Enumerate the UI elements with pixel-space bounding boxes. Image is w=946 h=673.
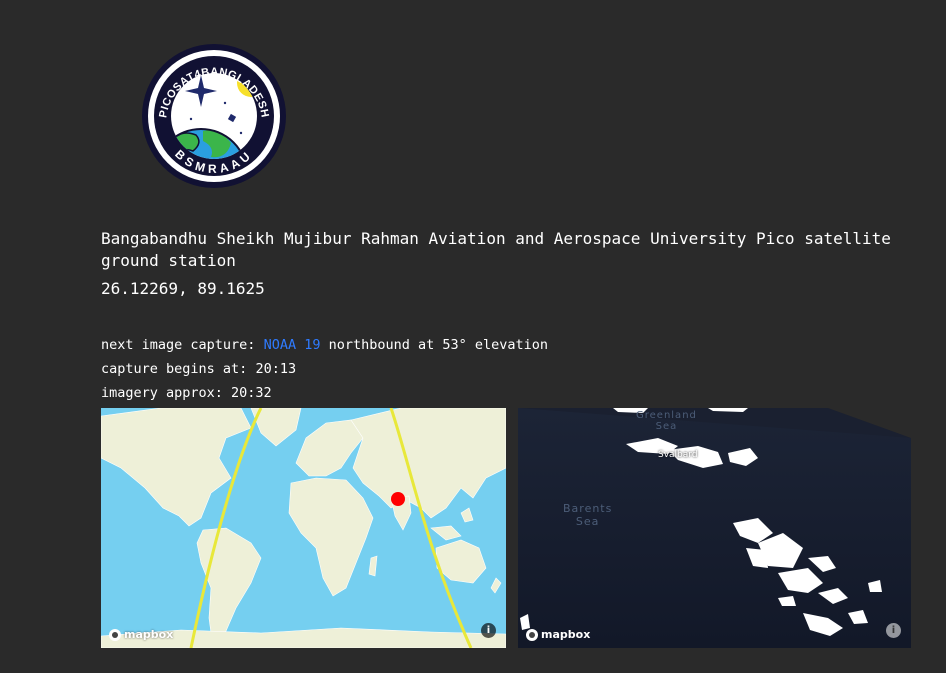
mapbox-logo[interactable]: mapbox <box>109 628 173 641</box>
satellite-map-canvas[interactable] <box>518 408 911 648</box>
imagery-approx-time: 20:32 <box>231 385 272 401</box>
station-title: Bangabandhu Sheikh Mujibur Rahman Aviati… <box>101 229 891 270</box>
barents-sea-label: Barents Sea <box>563 502 613 528</box>
mapbox-logo-sat[interactable]: mapbox <box>526 628 590 641</box>
imagery-approx-line: imagery approx: 20:32 <box>101 384 272 402</box>
imagery-approx-label: imagery approx: <box>101 385 232 401</box>
info-icon[interactable]: i <box>481 623 496 638</box>
info-icon[interactable]: i <box>886 623 901 638</box>
logo-emblem: PICOSAT4BANGLADESH BSMRAAU <box>142 44 286 188</box>
world-map-canvas[interactable] <box>101 408 506 648</box>
world-map[interactable]: mapbox i <box>101 408 506 648</box>
capture-begins-line: capture begins at: 20:13 <box>101 360 296 378</box>
satellite-link[interactable]: NOAA 19 <box>264 337 321 353</box>
direction-text: northbound at 53° elevation <box>320 337 549 353</box>
svalbard-label: Svalbard <box>658 450 698 460</box>
greenland-sea-label: Greenland Sea <box>636 410 697 432</box>
satellite-imagery-map[interactable]: Greenland Sea Svalbard Barents Sea mapbo… <box>518 408 911 648</box>
mapbox-icon <box>526 628 538 641</box>
next-capture-label: next image capture: <box>101 337 264 353</box>
mapbox-attribution: mapbox <box>541 628 591 641</box>
next-capture-line: next image capture: NOAA 19 northbound a… <box>101 336 548 354</box>
capture-begins-label: capture begins at: <box>101 361 256 377</box>
mapbox-icon <box>109 628 121 641</box>
ground-station-marker[interactable] <box>391 492 405 506</box>
university-logo: PICOSAT4BANGLADESH BSMRAAU <box>141 43 287 189</box>
capture-begins-time: 20:13 <box>255 361 297 377</box>
station-coordinates: 26.12269, 89.1625 <box>101 279 265 298</box>
mapbox-attribution: mapbox <box>124 628 174 641</box>
